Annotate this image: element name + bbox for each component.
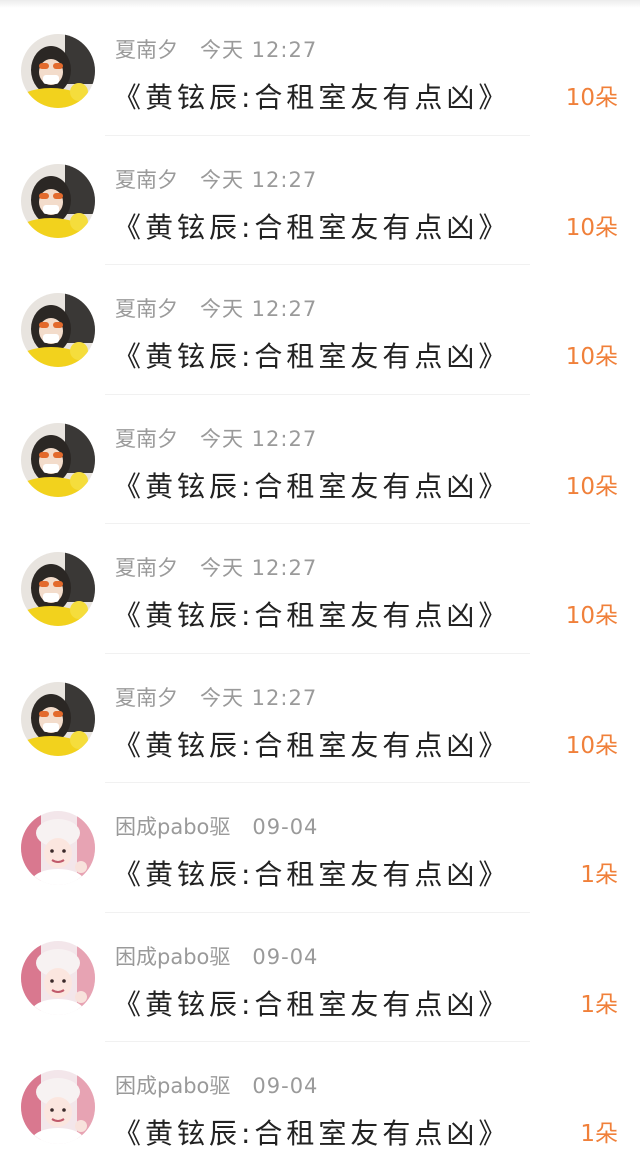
avatar[interactable] — [21, 811, 95, 885]
avatar[interactable] — [21, 552, 95, 626]
book-title[interactable]: 《黄铉辰:合租室友有点凶》 — [113, 210, 510, 246]
list-item[interactable]: 夏南夕 今天 12:27 《黄铉辰:合租室友有点凶》 10朵 — [0, 6, 640, 136]
sender-name[interactable]: 夏南夕 — [115, 556, 178, 580]
sender-name[interactable]: 夏南夕 — [115, 168, 178, 192]
gift-list[interactable]: 夏南夕 今天 12:27 《黄铉辰:合租室友有点凶》 10朵 夏南夕 今天 12:2… — [0, 6, 640, 1172]
list-item[interactable]: 夏南夕 今天 12:27 《黄铉辰:合租室友有点凶》 10朵 — [0, 395, 640, 524]
avatar[interactable] — [21, 681, 95, 756]
book-title[interactable]: 《黄铉辰:合租室友有点凶》 — [113, 987, 510, 1023]
timestamp: 今天 12:27 — [200, 556, 318, 580]
gift-meta: 夏南夕 今天 12:27 — [115, 684, 317, 712]
flower-count: 10朵 — [565, 603, 618, 629]
list-item[interactable]: 夏南夕 今天 12:27 《黄铉辰:合租室友有点凶》 10朵 — [0, 265, 640, 395]
flower-count: 10朵 — [565, 214, 618, 241]
sender-name[interactable]: 夏南夕 — [115, 297, 178, 321]
book-title[interactable]: 《黄铉辰:合租室友有点凶》 — [113, 857, 510, 893]
sender-name[interactable]: 夏南夕 — [115, 427, 178, 451]
list-item[interactable]: 夏南夕 今天 12:27 《黄铉辰:合租室友有点凶》 10朵 — [0, 524, 640, 654]
avatar[interactable] — [21, 293, 95, 367]
flower-count: 10朵 — [565, 732, 618, 759]
list-item[interactable]: 困成pabo驱 09-04 《黄铉辰:合租室友有点凶》 1朵 — [0, 1042, 640, 1172]
sender-name[interactable]: 困成pabo驱 — [115, 815, 230, 839]
list-item[interactable]: 夏南夕 今天 12:27 《黄铉辰:合租室友有点凶》 10朵 — [0, 136, 640, 265]
timestamp: 今天 12:27 — [200, 426, 318, 451]
flower-count: 1朵 — [580, 1121, 618, 1147]
flower-count: 10朵 — [565, 344, 618, 370]
sender-name[interactable]: 夏南夕 — [115, 38, 178, 62]
list-item[interactable]: 夏南夕 今天 12:27 《黄铉辰:合租室友有点凶》 10朵 — [0, 654, 640, 783]
timestamp: 09-04 — [252, 815, 319, 839]
book-title[interactable]: 《黄铉辰:合租室友有点凶》 — [113, 1116, 510, 1152]
book-title[interactable]: 《黄铉辰:合租室友有点凶》 — [113, 728, 510, 764]
gift-meta: 夏南夕 今天 12:27 — [115, 425, 317, 453]
timestamp: 今天 12:27 — [200, 167, 318, 192]
timestamp: 今天 12:27 — [200, 297, 318, 321]
book-title[interactable]: 《黄铉辰:合租室友有点凶》 — [113, 80, 510, 116]
gift-meta: 困成pabo驱 09-04 — [115, 943, 318, 971]
list-item[interactable]: 困成pabo驱 09-04 《黄铉辰:合租室友有点凶》 1朵 — [0, 783, 640, 913]
sender-name[interactable]: 困成pabo驱 — [115, 945, 230, 969]
flower-count: 1朵 — [580, 991, 618, 1018]
avatar[interactable] — [21, 940, 95, 1015]
list-item[interactable]: 困成pabo驱 09-04 《黄铉辰:合租室友有点凶》 1朵 — [0, 913, 640, 1042]
sender-name[interactable]: 困成pabo驱 — [115, 1074, 230, 1098]
gift-meta: 夏南夕 今天 12:27 — [115, 554, 317, 582]
book-title[interactable]: 《黄铉辰:合租室友有点凶》 — [113, 469, 510, 505]
gift-meta: 困成pabo驱 09-04 — [115, 1072, 318, 1100]
gift-meta: 夏南夕 今天 12:27 — [115, 36, 317, 64]
avatar[interactable] — [21, 34, 95, 108]
gift-meta: 夏南夕 今天 12:27 — [115, 295, 317, 323]
avatar[interactable] — [21, 163, 95, 238]
gift-meta: 困成pabo驱 09-04 — [115, 813, 318, 841]
book-title[interactable]: 《黄铉辰:合租室友有点凶》 — [113, 598, 510, 634]
timestamp: 今天 12:27 — [200, 685, 318, 710]
timestamp: 09-04 — [252, 944, 319, 969]
flower-count: 10朵 — [565, 85, 618, 111]
flower-count: 10朵 — [565, 473, 618, 500]
timestamp: 今天 12:27 — [200, 38, 318, 62]
flower-count: 1朵 — [580, 862, 618, 888]
timestamp: 09-04 — [252, 1074, 319, 1098]
sender-name[interactable]: 夏南夕 — [115, 686, 178, 710]
gift-meta: 夏南夕 今天 12:27 — [115, 166, 317, 194]
book-title[interactable]: 《黄铉辰:合租室友有点凶》 — [113, 339, 510, 375]
avatar[interactable] — [21, 1070, 95, 1144]
avatar[interactable] — [21, 422, 95, 497]
